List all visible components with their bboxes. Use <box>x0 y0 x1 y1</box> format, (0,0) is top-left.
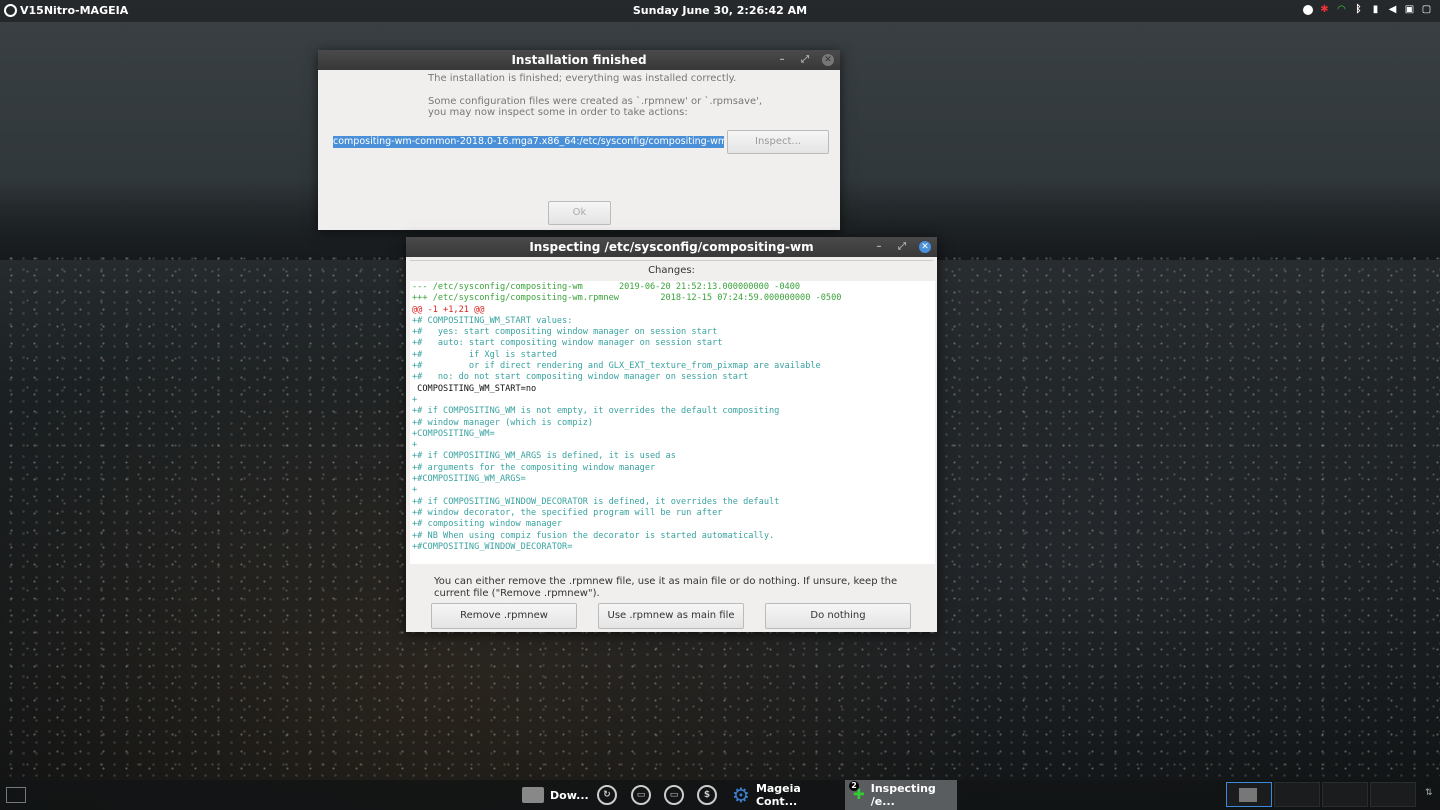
diff-line: +#COMPOSITING_WINDOW_DECORATOR= <box>412 541 573 552</box>
taskbar-item-inspecting[interactable]: 2 ✚ Inspecting /e... <box>845 780 957 810</box>
refresh-icon: ↻ <box>597 785 617 805</box>
clock[interactable]: Sunday June 30, 2:26:42 AM <box>0 4 1440 17</box>
diff-line: +#COMPOSITING_WM_ARGS= <box>412 474 526 485</box>
dialog-title: Inspecting /etc/sysconfig/compositing-wm <box>529 240 814 254</box>
workspace-2[interactable] <box>1274 782 1320 807</box>
use-rpmnew-button[interactable]: Use .rpmnew as main file <box>598 603 744 629</box>
drive-icon: ▭ <box>664 785 684 805</box>
diff-line: @@ -1 +1,21 @@ <box>412 304 485 315</box>
inspect-button[interactable]: Inspect... <box>727 130 829 154</box>
sd-card-icon[interactable]: ▣ <box>1404 4 1415 15</box>
record-icon[interactable] <box>1303 4 1313 15</box>
battery-icon[interactable]: ▮ <box>1370 4 1381 15</box>
workspace-1[interactable] <box>1226 782 1272 807</box>
system-tray: ✱ ◠ ᛒ ▮ ◀ ▣ ▢ <box>1303 4 1432 15</box>
user-icon[interactable]: ▢ <box>1421 4 1432 15</box>
inspecting-dialog: Inspecting /etc/sysconfig/compositing-wm… <box>406 237 937 632</box>
diff-line: +# window manager (which is compiz) <box>412 417 594 428</box>
maximize-icon[interactable]: ⤢ <box>799 53 811 67</box>
network-error-icon[interactable]: ✱ <box>1319 4 1330 15</box>
config-message-cont: you may now inspect some in order to tak… <box>428 107 688 118</box>
volume-icon[interactable]: ◀ <box>1387 4 1398 15</box>
remove-rpmnew-button[interactable]: Remove .rpmnew <box>431 603 577 629</box>
terminal-icon: $ <box>697 785 717 805</box>
show-desktop-icon[interactable] <box>6 787 26 803</box>
taskbar-item-mcc[interactable]: ⚙ Mageia Cont... <box>728 780 844 810</box>
bottom-panel: Dow... ↻ ▭ ▭ $ ⚙ Mageia Cont... 2 ✚ Insp… <box>0 780 1440 810</box>
diff-line: +# COMPOSITING_WM_START values: <box>412 315 573 326</box>
workspace-4[interactable] <box>1370 782 1416 807</box>
diff-line: +# no: do not start compositing window m… <box>412 372 749 383</box>
diff-line: +# compositing window manager <box>412 519 563 530</box>
window-count-badge: 2 <box>849 781 859 791</box>
dialog-titlebar[interactable]: Inspecting /etc/sysconfig/compositing-wm… <box>406 237 937 257</box>
wifi-icon[interactable]: ◠ <box>1336 4 1347 15</box>
diff-line: +# arguments for the compositing window … <box>412 462 656 473</box>
install-message: The installation is finished; everything… <box>428 73 737 84</box>
ok-button[interactable]: Ok <box>548 201 611 225</box>
close-icon[interactable]: ✕ <box>919 241 931 253</box>
maximize-icon[interactable]: ⤢ <box>896 240 908 254</box>
diff-line: +COMPOSITING_WM= <box>412 428 495 439</box>
taskbar-item-downloads[interactable]: Dow... <box>522 780 589 810</box>
menu-icon[interactable]: ⇅ <box>1425 788 1433 798</box>
diff-line: + <box>412 485 418 496</box>
diff-line: +# if COMPOSITING_WM is not empty, it ov… <box>412 406 780 417</box>
diff-view[interactable]: --- /etc/sysconfig/compositing-wm 2019-0… <box>410 281 935 564</box>
taskbar-label: Inspecting /e... <box>870 782 936 808</box>
drive-icon: ▭ <box>631 785 651 805</box>
minimize-icon[interactable]: – <box>873 240 885 254</box>
action-note: You can either remove the .rpmnew file, … <box>434 576 898 599</box>
diff-line: +# if COMPOSITING_WINDOW_DECORATOR is de… <box>412 496 780 507</box>
workspace-3[interactable] <box>1322 782 1368 807</box>
launcher-terminal[interactable]: $ <box>697 780 717 810</box>
diff-line: +# or if direct rendering and GLX_EXT_te… <box>412 361 821 372</box>
dialog-titlebar[interactable]: Installation finished – ⤢ ✕ <box>318 50 840 70</box>
diff-line: + <box>412 440 418 451</box>
diff-line: +# yes: start compositing window manager… <box>412 327 718 338</box>
installation-finished-dialog: Installation finished – ⤢ ✕ The installa… <box>318 50 840 230</box>
divider <box>410 260 933 261</box>
diff-line: +# auto: start compositing window manage… <box>412 338 723 349</box>
do-nothing-button[interactable]: Do nothing <box>765 603 911 629</box>
folder-icon <box>522 787 544 803</box>
close-icon[interactable]: ✕ <box>822 54 834 66</box>
dialog-title: Installation finished <box>511 53 647 67</box>
bluetooth-icon[interactable]: ᛒ <box>1353 4 1364 15</box>
top-panel: V15Nitro-MAGEIA Sunday June 30, 2:26:42 … <box>0 0 1440 22</box>
taskbar-label: Dow... <box>550 788 589 802</box>
gear-icon: ⚙ <box>732 783 750 807</box>
taskbar-label: Mageia Cont... <box>755 782 801 808</box>
config-message: Some configuration files were created as… <box>428 96 763 107</box>
diff-line: +# NB When using compiz fusion the decor… <box>412 530 775 541</box>
diff-line: +# if Xgl is started <box>412 349 557 360</box>
minimize-icon[interactable]: – <box>776 53 788 67</box>
config-file-list-item[interactable]: compositing-wm-common-2018.0-16.mga7.x86… <box>333 136 724 148</box>
diff-line: + <box>412 394 418 405</box>
diff-line: --- /etc/sysconfig/compositing-wm 2019-0… <box>412 282 801 292</box>
launcher-drive[interactable]: ▭ <box>631 780 651 810</box>
diff-line: +# window decorator, the specified progr… <box>412 507 723 518</box>
changes-label: Changes: <box>648 265 695 276</box>
launcher-refresh[interactable]: ↻ <box>597 780 617 810</box>
diff-line: +++ /etc/sysconfig/compositing-wm.rpmnew… <box>412 293 842 304</box>
diff-line: COMPOSITING_WM_START=no <box>412 383 537 394</box>
diff-line: +# if COMPOSITING_WM_ARGS is defined, it… <box>412 451 676 462</box>
launcher-drive-2[interactable]: ▭ <box>664 780 684 810</box>
